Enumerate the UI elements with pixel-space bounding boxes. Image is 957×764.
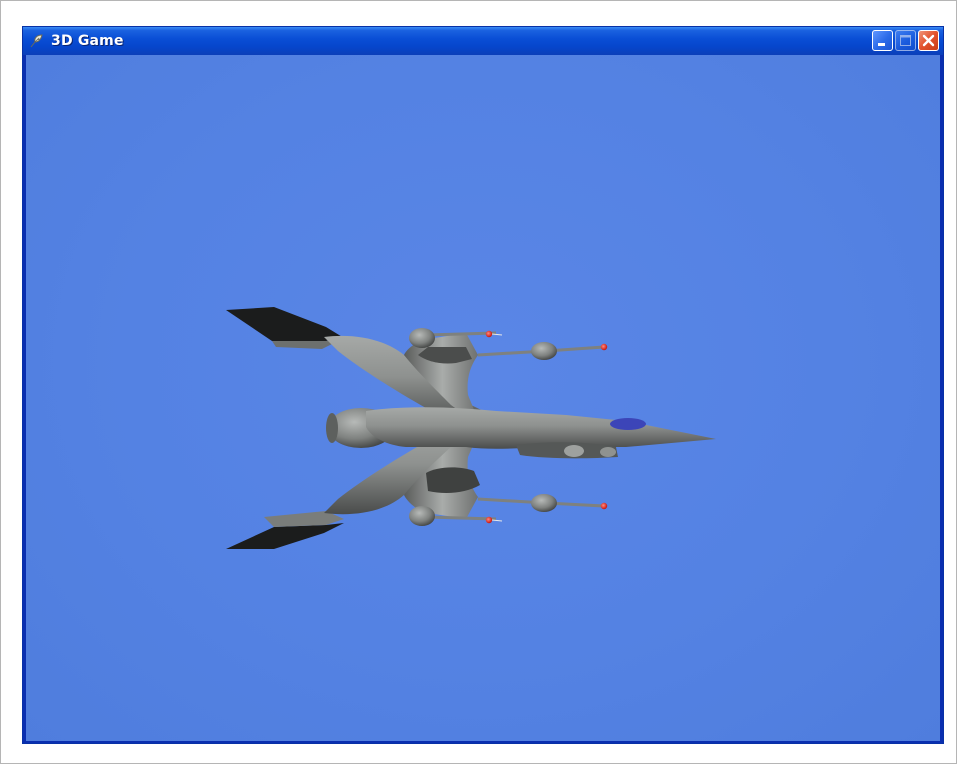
upper-wing-fin — [226, 307, 344, 349]
lower-front-cannon — [477, 494, 608, 512]
close-button[interactable] — [918, 30, 939, 51]
maximize-button[interactable] — [895, 30, 916, 51]
minimize-button[interactable] — [872, 30, 893, 51]
intake-detail — [564, 445, 584, 457]
engine-nozzle — [326, 413, 338, 443]
feather-app-icon — [29, 33, 45, 49]
game-window: 3D Game — [22, 26, 944, 744]
title-bar[interactable]: 3D Game — [23, 27, 943, 55]
intake-detail-2 — [600, 447, 616, 457]
close-icon — [922, 34, 935, 47]
spaceship-scene — [226, 307, 716, 549]
lower-wing-fin — [226, 511, 344, 549]
game-viewport[interactable] — [26, 55, 940, 741]
window-controls — [872, 30, 939, 51]
fuselage — [366, 407, 716, 449]
upper-front-cannon — [477, 342, 608, 360]
window-title: 3D Game — [51, 33, 124, 49]
minimize-icon — [878, 43, 885, 46]
maximize-icon — [900, 35, 911, 46]
cockpit-canopy — [610, 418, 646, 430]
